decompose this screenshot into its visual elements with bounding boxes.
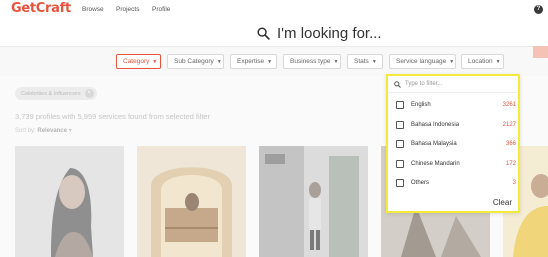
feedback-tab[interactable]	[533, 46, 548, 58]
profile-thumbnail[interactable]	[259, 146, 368, 257]
checkbox[interactable]	[396, 179, 404, 187]
option-count: 366	[505, 141, 516, 147]
option-count: 3	[512, 180, 516, 186]
caret-down-icon: ▼	[333, 58, 339, 65]
portrait-woman-image	[15, 146, 124, 257]
nav-link-projects[interactable]: Projects	[116, 6, 139, 13]
filter-label: Sub Category	[174, 58, 214, 65]
caret-down-icon: ▼	[216, 58, 222, 65]
filter-placeholder: Type to filter...	[405, 81, 443, 87]
sort-control[interactable]: Sort by: Relevance ▾	[15, 127, 72, 134]
help-icon[interactable]: ?	[534, 5, 543, 14]
nav-link-browse[interactable]: Browse	[82, 6, 104, 13]
language-option-bahasa-malaysia[interactable]: Bahasa Malaysia 366	[396, 137, 516, 151]
option-label: Bahasa Malaysia	[411, 141, 457, 147]
language-option-chinese-mandarin[interactable]: Chinese Mandarin 172	[396, 157, 516, 171]
caret-down-icon: ▾	[68, 128, 72, 134]
search-icon	[257, 26, 270, 40]
nav-link-profile[interactable]: Profile	[152, 6, 170, 13]
caret-down-icon: ▼	[371, 58, 377, 65]
language-option-english[interactable]: English 3261	[396, 98, 516, 112]
search-bar[interactable]: I'm looking for...	[257, 23, 382, 43]
service-language-dropdown: Type to filter... English 3261 Bahasa In…	[386, 74, 520, 213]
tag-label: Celebrities & Influencers	[21, 90, 81, 97]
filter-label: Business type	[290, 58, 331, 65]
checkbox[interactable]	[396, 160, 404, 168]
checkbox[interactable]	[396, 121, 404, 129]
filter-bar: Category ▼ Sub Category ▼ Expertise ▼ Busin…	[0, 47, 548, 76]
arch-balcony-image	[137, 146, 246, 257]
filter-label: Service language	[396, 58, 447, 65]
checkbox[interactable]	[396, 140, 404, 148]
sort-value: Relevance	[37, 128, 68, 134]
filter-expertise[interactable]: Expertise ▼	[230, 54, 277, 69]
getcraft-logo[interactable]: GetCraft	[11, 1, 71, 16]
street-doors-image	[259, 146, 368, 257]
option-label: Others	[411, 180, 430, 186]
caret-down-icon: ▼	[152, 58, 158, 65]
option-label: Chinese Mandarin	[411, 161, 460, 167]
filter-location[interactable]: Location ▼	[461, 54, 504, 69]
filter-category[interactable]: Category ▼	[116, 54, 161, 69]
filter-label: Category	[123, 58, 150, 65]
profile-thumbnail[interactable]	[137, 146, 246, 257]
search-input[interactable]: I'm looking for...	[277, 25, 382, 42]
search-icon	[394, 80, 401, 88]
caret-down-icon: ▼	[267, 58, 273, 65]
language-option-bahasa-indonesia[interactable]: Bahasa Indonesia 2127	[396, 118, 516, 132]
dropdown-filter-input[interactable]: Type to filter...	[388, 76, 518, 93]
option-count: 2127	[502, 122, 516, 128]
filter-label: Location	[468, 58, 493, 65]
filter-label: Stats	[354, 58, 369, 65]
filter-service-language[interactable]: Service language ▼	[389, 54, 456, 69]
sort-label: Sort by:	[15, 128, 36, 134]
language-option-others[interactable]: Others 3	[396, 176, 516, 190]
filter-stats[interactable]: Stats ▼	[347, 54, 383, 69]
results-count: 3,739 profiles with 5,959 services found…	[15, 112, 211, 121]
option-label: Bahasa Indonesia	[411, 122, 460, 128]
option-label: English	[411, 102, 431, 108]
top-nav: GetCraft Browse Projects Profile ?	[0, 0, 548, 20]
caret-down-icon: ▼	[449, 58, 455, 65]
clear-button[interactable]: Clear	[493, 198, 512, 207]
option-count: 172	[505, 161, 516, 167]
filter-sub-category[interactable]: Sub Category ▼	[167, 54, 224, 69]
option-count: 3261	[502, 102, 516, 108]
filter-business-type[interactable]: Business type ▼	[283, 54, 341, 69]
remove-tag-icon[interactable]: ×	[84, 89, 94, 98]
selected-filter-tag[interactable]: Celebrities & Influencers ×	[15, 87, 97, 100]
checkbox[interactable]	[396, 101, 404, 109]
filter-label: Expertise	[237, 58, 265, 65]
profile-thumbnail[interactable]	[15, 146, 124, 257]
caret-down-icon: ▼	[495, 58, 501, 65]
